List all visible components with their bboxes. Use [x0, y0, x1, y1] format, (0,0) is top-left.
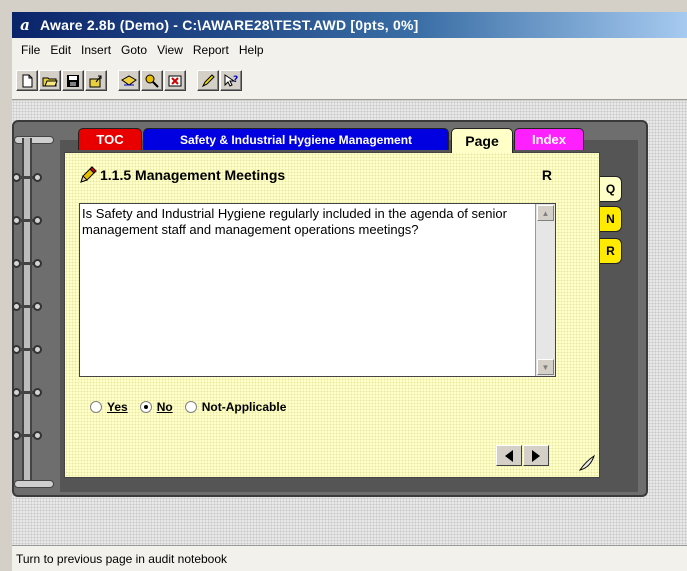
- answer-yes[interactable]: Yes: [90, 400, 128, 414]
- side-tab-question[interactable]: Q: [600, 176, 622, 202]
- status-bar: Turn to previous page in audit notebook: [12, 545, 687, 571]
- menu-edit[interactable]: Edit: [45, 43, 76, 57]
- open-icon: [42, 77, 58, 86]
- save-button[interactable]: [62, 70, 84, 91]
- answer-no-label: No: [156, 400, 173, 414]
- binder-ring: [12, 215, 42, 227]
- page-navigation: [496, 445, 550, 466]
- search-key-icon: [145, 74, 159, 88]
- window-title: Aware 2.8b (Demo) - C:\AWARE28\TEST.AWD …: [40, 17, 419, 33]
- binder-ring: [12, 430, 42, 442]
- tools-button-group: [118, 70, 187, 91]
- answer-not-applicable-label: Not-Applicable: [201, 400, 287, 414]
- menu-file[interactable]: File: [16, 43, 45, 57]
- edit-button-group: ?: [197, 70, 243, 91]
- export-icon: [89, 75, 102, 87]
- open-button[interactable]: [39, 70, 61, 91]
- title-bar: a Aware 2.8b (Demo) - C:\AWARE28\TEST.AW…: [12, 12, 687, 38]
- export-button[interactable]: [85, 70, 107, 91]
- triangle-left-icon: [505, 449, 513, 462]
- toolbar: ?: [12, 62, 687, 100]
- spine-top-cap: [14, 136, 54, 144]
- tab-page[interactable]: Page: [451, 128, 513, 153]
- menu-view[interactable]: View: [152, 43, 188, 57]
- page-heading: 1.1.5 Management Meetings R: [78, 163, 558, 187]
- scroll-down-arrow-icon[interactable]: ▼: [537, 359, 554, 375]
- menu-help[interactable]: Help: [234, 43, 269, 57]
- answer-yes-label: Yes: [107, 400, 128, 414]
- binder-ring: [12, 258, 42, 270]
- new-icon: [22, 74, 33, 87]
- svg-text:?: ?: [233, 75, 238, 85]
- aware-app-icon[interactable]: a: [16, 16, 34, 34]
- binder-ring: [12, 172, 42, 184]
- radio-no[interactable]: [139, 401, 152, 413]
- binder-ring: [12, 387, 42, 399]
- previous-page-button[interactable]: [496, 445, 522, 466]
- answer-no[interactable]: No: [139, 400, 173, 414]
- page-title: 1.1.5 Management Meetings: [100, 167, 286, 183]
- context-help-button[interactable]: ?: [220, 70, 242, 91]
- radio-not-applicable[interactable]: [184, 401, 197, 413]
- menu-goto[interactable]: Goto: [116, 43, 152, 57]
- binder-ring: [12, 301, 42, 313]
- question-textbox[interactable]: Is Safety and Industrial Hygiene regular…: [79, 203, 556, 377]
- page-curl-icon[interactable]: [578, 454, 596, 472]
- file-button-group: [16, 70, 108, 91]
- status-text: Turn to previous page in audit notebook: [16, 551, 228, 566]
- binder-ring: [12, 344, 42, 356]
- question-text: Is Safety and Industrial Hygiene regular…: [82, 206, 507, 237]
- side-tab-recommendations[interactable]: R: [600, 238, 622, 264]
- tab-toc[interactable]: TOC: [78, 128, 142, 150]
- context-help-icon: ?: [224, 73, 238, 87]
- question-scrollbar[interactable]: ▲ ▼: [535, 204, 555, 376]
- answer-not-applicable[interactable]: Not-Applicable: [184, 400, 287, 414]
- pencil-icon[interactable]: [78, 165, 98, 185]
- rating-label: R: [541, 167, 552, 183]
- side-tab-notes[interactable]: N: [600, 206, 622, 232]
- delete-item-button[interactable]: [164, 70, 186, 91]
- mail-button[interactable]: [118, 70, 140, 91]
- scroll-up-arrow-icon[interactable]: ▲: [537, 205, 554, 221]
- save-icon: [67, 74, 79, 87]
- mail-icon: [121, 74, 137, 86]
- highlighter-button[interactable]: [197, 70, 219, 91]
- triangle-right-icon: [532, 449, 540, 462]
- next-page-button[interactable]: [523, 445, 549, 466]
- radio-yes[interactable]: [90, 401, 102, 413]
- search-key-button[interactable]: [141, 70, 163, 91]
- menu-bar: File Edit Insert Goto View Report Help: [12, 38, 687, 62]
- tab-section[interactable]: Safety & Industrial Hygiene Management: [143, 128, 449, 150]
- spine-bottom-cap: [14, 480, 54, 488]
- menu-insert[interactable]: Insert: [76, 43, 116, 57]
- menu-report[interactable]: Report: [188, 43, 234, 57]
- new-button[interactable]: [16, 70, 38, 91]
- highlighter-icon: [201, 73, 215, 87]
- delete-item-icon: [168, 75, 182, 86]
- answer-options: Yes No Not-Applicable: [90, 400, 298, 414]
- tab-index[interactable]: Index: [514, 128, 584, 150]
